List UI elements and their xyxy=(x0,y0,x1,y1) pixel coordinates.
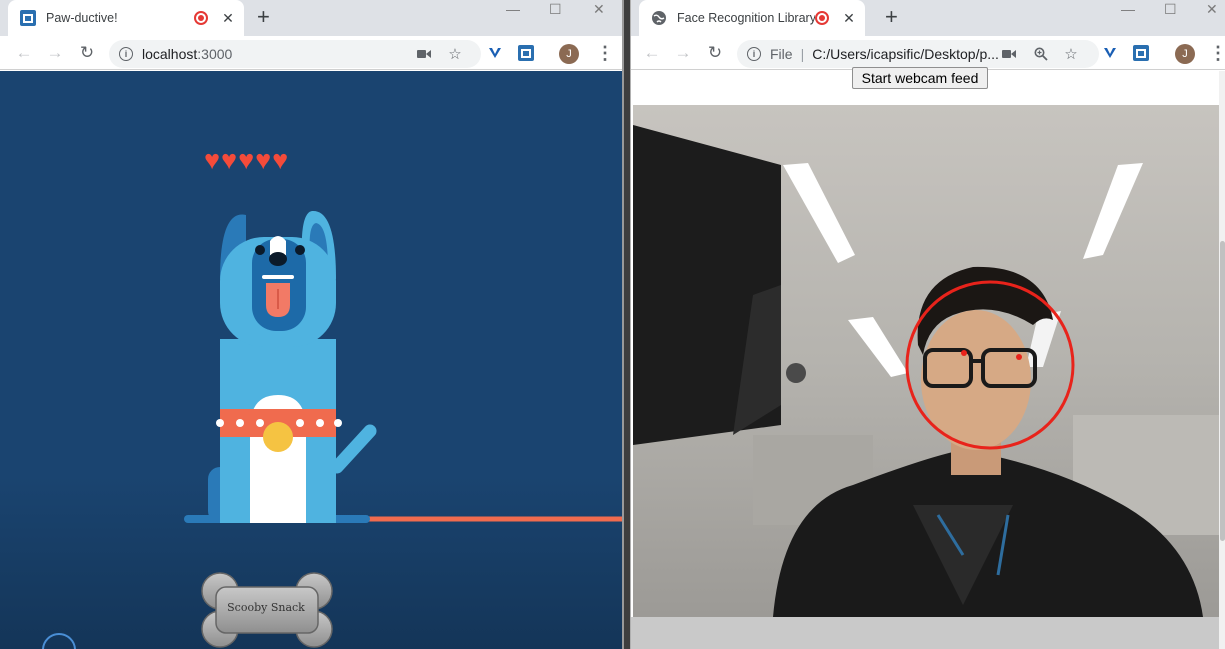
webcam-video-feed xyxy=(633,105,1221,617)
browser-window-paw-ductive: Paw-ductive! ✕ + — ☐ ✕ ← → ↻ i localhost… xyxy=(0,0,624,649)
menu-kebab-icon[interactable]: ⋮ xyxy=(1209,42,1225,64)
info-icon[interactable]: i xyxy=(747,47,761,61)
heart-icon: ♥ xyxy=(238,145,255,175)
scroll-ring-icon xyxy=(42,633,76,649)
heart-icon: ♥ xyxy=(221,145,238,175)
page-footer-area xyxy=(631,617,1225,649)
reload-icon[interactable]: ↻ xyxy=(76,42,98,64)
dog-eye-left xyxy=(255,245,265,255)
browser-toolbar: ← → ↻ i File | C:/Users/icapsific/Desktop/… xyxy=(631,36,1225,70)
tab-title: Paw-ductive! xyxy=(46,11,118,25)
camera-icon[interactable] xyxy=(415,45,433,63)
heart-icon: ♥ xyxy=(255,145,272,175)
scrollbar-thumb[interactable] xyxy=(1220,241,1225,541)
recording-icon xyxy=(194,11,208,25)
tab-paw-ductive[interactable]: Paw-ductive! ✕ xyxy=(8,0,244,36)
dog-illustration xyxy=(184,210,622,523)
browser-window-face-recognition: Face Recognition Library ✕ + — ☐ ✕ ← → ↻… xyxy=(630,0,1225,649)
new-tab-button[interactable]: + xyxy=(885,6,898,28)
dog-tail xyxy=(330,424,377,474)
back-arrow-icon[interactable]: ← xyxy=(13,42,35,64)
star-icon[interactable]: ☆ xyxy=(446,45,464,63)
forward-arrow-icon[interactable]: → xyxy=(672,42,694,64)
extension-screen-icon[interactable] xyxy=(517,44,535,62)
maximize-button[interactable]: ☐ xyxy=(549,2,562,16)
maximize-button[interactable]: ☐ xyxy=(1164,2,1177,16)
eye-marker-right xyxy=(1016,354,1022,360)
url-text: localhost:3000 xyxy=(142,46,233,62)
paw-ductive-canvas: ♥ ♥ ♥ ♥ ♥ Scooby Snack xyxy=(0,71,622,649)
info-icon[interactable]: i xyxy=(119,47,133,61)
page-scrollbar[interactable] xyxy=(1219,71,1225,649)
hearts-meter: ♥ ♥ ♥ ♥ ♥ xyxy=(204,147,288,174)
tab-strip: Paw-ductive! ✕ + — ☐ ✕ xyxy=(0,0,622,36)
close-tab-icon[interactable]: ✕ xyxy=(220,10,236,27)
dog-tag xyxy=(263,422,293,452)
bone-label: Scooby Snack xyxy=(227,601,305,614)
face-recognition-page: Start webcam feed xyxy=(631,67,1225,649)
heart-icon: ♥ xyxy=(204,145,221,175)
reload-icon[interactable]: ↻ xyxy=(704,42,726,64)
extension-v-icon[interactable] xyxy=(486,44,504,62)
close-tab-icon[interactable]: ✕ xyxy=(841,10,857,27)
dog-nose xyxy=(269,252,287,266)
eye-marker-left xyxy=(961,350,967,356)
tab-strip: Face Recognition Library ✕ + — ☐ ✕ xyxy=(631,0,1225,36)
back-arrow-icon[interactable]: ← xyxy=(641,42,663,64)
profile-avatar[interactable]: J xyxy=(559,44,579,64)
profile-avatar[interactable]: J xyxy=(1175,44,1195,64)
extension-screen-icon[interactable] xyxy=(1132,44,1150,62)
tab-title: Face Recognition Library xyxy=(677,11,815,25)
close-window-button[interactable]: ✕ xyxy=(1206,2,1218,16)
dog-eye-right xyxy=(295,245,305,255)
close-window-button[interactable]: ✕ xyxy=(593,2,605,16)
new-tab-button[interactable]: + xyxy=(257,6,270,28)
minimize-button[interactable]: — xyxy=(506,2,520,16)
recording-icon xyxy=(815,11,829,25)
star-icon[interactable]: ☆ xyxy=(1062,45,1080,63)
menu-kebab-icon[interactable]: ⋮ xyxy=(596,42,614,64)
start-webcam-button[interactable]: Start webcam feed xyxy=(852,67,988,89)
app-favicon-icon xyxy=(20,10,36,26)
tab-face-recognition[interactable]: Face Recognition Library ✕ xyxy=(639,0,865,36)
extension-v-icon[interactable] xyxy=(1101,44,1119,62)
heart-icon: ♥ xyxy=(272,145,289,175)
globe-icon xyxy=(651,10,667,26)
forward-arrow-icon[interactable]: → xyxy=(44,42,66,64)
minimize-button[interactable]: — xyxy=(1121,2,1135,16)
address-bar[interactable]: i File | C:/Users/icapsific/Desktop/p... ☆ xyxy=(737,40,1099,68)
zoom-icon[interactable] xyxy=(1032,45,1050,63)
browser-toolbar: ← → ↻ i localhost:3000 ☆ J ⋮ xyxy=(0,36,622,70)
camera-icon[interactable] xyxy=(1000,45,1018,63)
url-text: File | C:/Users/icapsific/Desktop/p... xyxy=(770,46,999,62)
address-bar[interactable]: i localhost:3000 ☆ xyxy=(109,40,481,68)
